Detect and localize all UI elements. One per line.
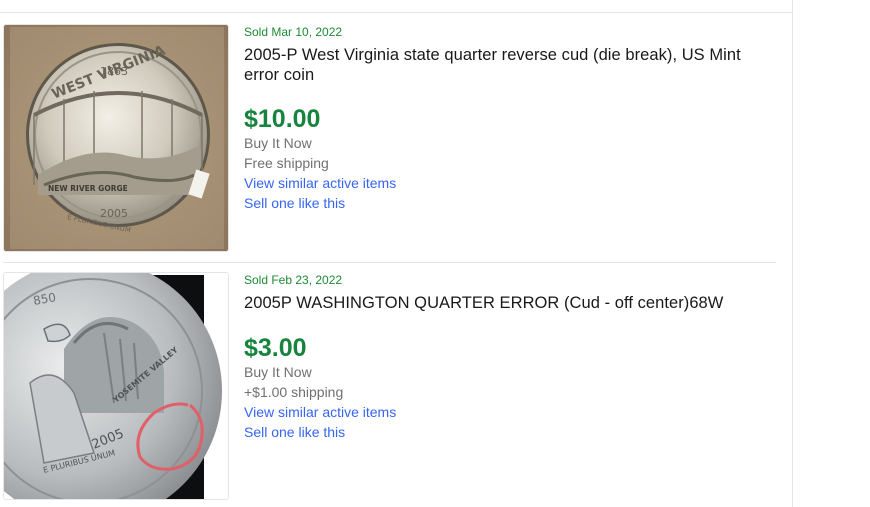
listing-item: 850 YOSEMITE VALLEY 2005 E PLURIBUS UNUM… xyxy=(3,272,776,500)
listing-price: $10.00 xyxy=(244,105,321,133)
listing-price: $3.00 xyxy=(244,334,307,362)
listing-shipping: +$1.00 shipping xyxy=(244,384,344,400)
svg-text:NEW RIVER GORGE: NEW RIVER GORGE xyxy=(48,184,128,193)
listing-thumbnail[interactable]: 850 YOSEMITE VALLEY 2005 E PLURIBUS UNUM xyxy=(3,272,229,500)
listing-title[interactable]: 2005-P West Virginia state quarter rever… xyxy=(244,45,774,85)
listing-thumbnail[interactable]: WEST VIRGINIA 1863 NEW RIVER GORGE 2005 … xyxy=(3,24,229,252)
svg-text:2005: 2005 xyxy=(100,207,128,220)
top-divider xyxy=(0,12,792,13)
listing-title[interactable]: 2005P WASHINGTON QUARTER ERROR (Cud - of… xyxy=(244,293,774,313)
listing-format: Buy It Now xyxy=(244,135,312,151)
right-divider xyxy=(792,0,793,507)
view-similar-link[interactable]: View similar active items xyxy=(244,173,774,193)
listing-info: Sold Feb 23, 2022 2005P WASHINGTON QUART… xyxy=(244,272,774,442)
coin-photo-west-virginia-icon: WEST VIRGINIA 1863 NEW RIVER GORGE 2005 … xyxy=(4,25,228,251)
listing-item: WEST VIRGINIA 1863 NEW RIVER GORGE 2005 … xyxy=(3,24,776,252)
coin-photo-california-icon: 850 YOSEMITE VALLEY 2005 E PLURIBUS UNUM xyxy=(4,273,228,499)
svg-text:1863: 1863 xyxy=(100,65,128,78)
listing-format: Buy It Now xyxy=(244,364,312,380)
listing-divider xyxy=(3,262,776,263)
listing-info: Sold Mar 10, 2022 2005-P West Virginia s… xyxy=(244,24,774,213)
sell-one-link[interactable]: Sell one like this xyxy=(244,193,774,213)
sold-date: Sold Feb 23, 2022 xyxy=(244,273,343,287)
sold-date: Sold Mar 10, 2022 xyxy=(244,25,343,39)
listing-shipping: Free shipping xyxy=(244,155,329,171)
view-similar-link[interactable]: View similar active items xyxy=(244,402,774,422)
sell-one-link[interactable]: Sell one like this xyxy=(244,422,774,442)
